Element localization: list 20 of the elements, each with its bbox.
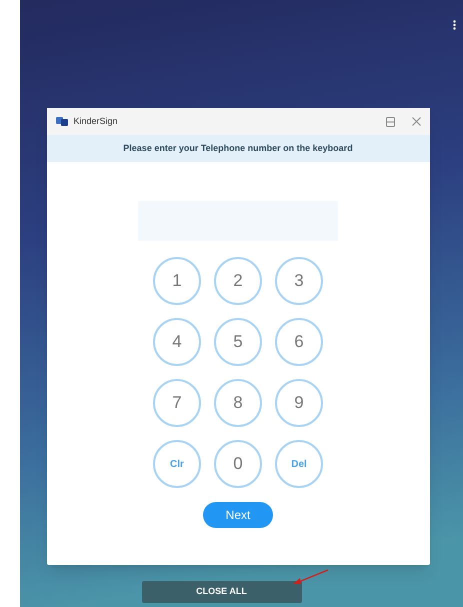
- app-logo-icon: [56, 116, 68, 127]
- split-window-icon[interactable]: [386, 116, 394, 126]
- keypad-key[interactable]: 5: [214, 318, 262, 366]
- next-button[interactable]: Next: [203, 502, 273, 528]
- keypad-key[interactable]: Del: [275, 440, 323, 488]
- keypad-key[interactable]: 7: [153, 379, 201, 427]
- keypad-key[interactable]: 8: [214, 379, 262, 427]
- keypad-key[interactable]: 9: [275, 379, 323, 427]
- close-icon[interactable]: [412, 117, 420, 126]
- more-options-icon[interactable]: [453, 20, 456, 30]
- keypad-key[interactable]: Clr: [153, 440, 201, 488]
- keypad-key[interactable]: 6: [275, 318, 323, 366]
- instruction-banner: Please enter your Telephone number on the keyboard: [46, 135, 430, 162]
- keypad-key[interactable]: 0: [214, 440, 262, 488]
- keypad-key[interactable]: 1: [153, 257, 201, 305]
- close-all-button[interactable]: CLOSE ALL: [142, 580, 302, 603]
- window-title: KinderSign: [74, 114, 118, 128]
- keypad-key[interactable]: 3: [275, 257, 323, 305]
- keypad-key[interactable]: 2: [214, 257, 262, 305]
- keypad-key[interactable]: 4: [153, 318, 201, 366]
